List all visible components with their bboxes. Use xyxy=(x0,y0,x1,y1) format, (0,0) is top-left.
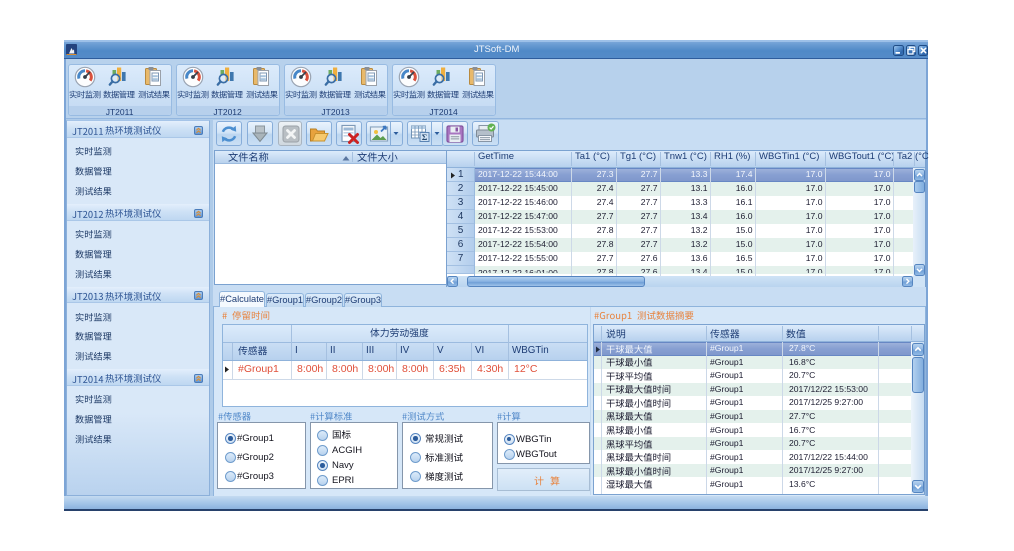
svg-text:Σ: Σ xyxy=(422,132,428,142)
